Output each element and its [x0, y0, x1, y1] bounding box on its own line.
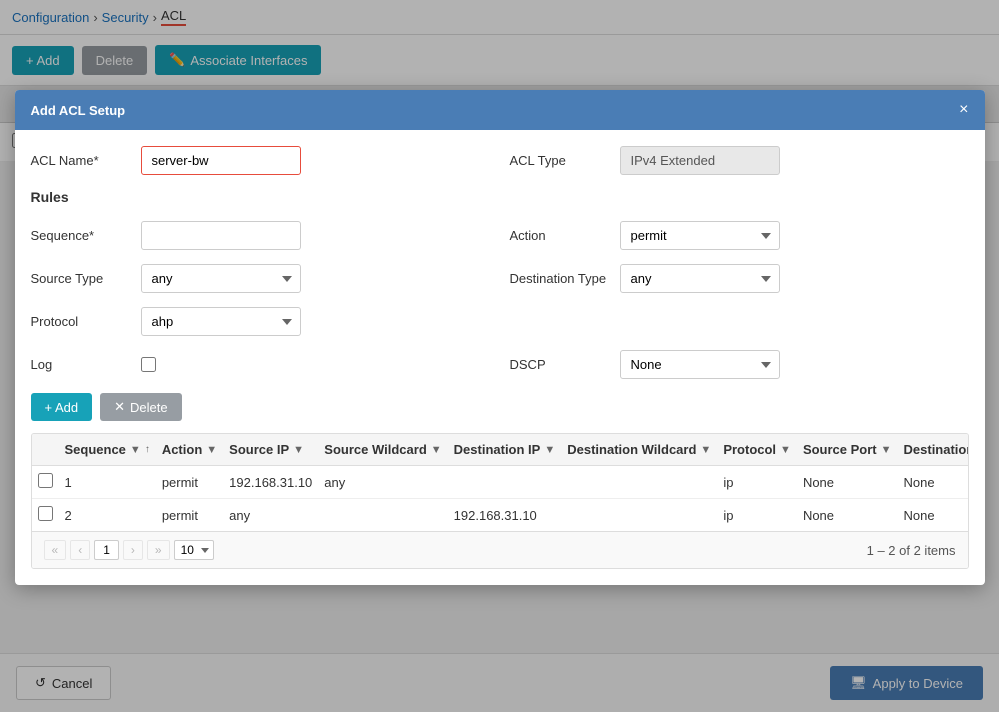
rule-1-action: permit	[156, 466, 223, 499]
rule-1-dest-wc	[561, 466, 717, 499]
action-group: Action permit deny	[510, 221, 969, 250]
acl-type-display: IPv4 Extended	[620, 146, 780, 175]
rule-2-source-wc	[318, 499, 447, 532]
rule-2-src-port: None	[797, 499, 898, 532]
pagination-bar: « ‹ 1 › » 10 25 50 1 – 2 of 2 items	[32, 531, 968, 568]
page-info: 1 – 2 of 2 items	[867, 543, 956, 558]
first-page-button[interactable]: «	[44, 540, 67, 560]
rule-1-src-port: None	[797, 466, 898, 499]
modal-close-button[interactable]: ×	[959, 102, 968, 118]
rule-1-source-wc: any	[318, 466, 447, 499]
log-label: Log	[31, 357, 131, 372]
rule-1-protocol: ip	[717, 466, 797, 499]
inner-col-protocol: Protocol ▼	[717, 434, 797, 466]
current-page: 1	[94, 540, 119, 560]
rule-1-seq: 1	[59, 466, 156, 499]
rule-2-dst-port: None	[898, 499, 969, 532]
acl-type-group: ACL Type IPv4 Extended	[510, 146, 969, 175]
source-ip-filter-icon[interactable]: ▼	[293, 444, 304, 456]
rule-2-seq: 2	[59, 499, 156, 532]
dest-ip-filter-icon[interactable]: ▼	[544, 444, 555, 456]
rules-table: Sequence ▼ ↑ Action ▼	[32, 434, 969, 531]
dscp-group: DSCP None AF11 AF12 EF	[510, 350, 969, 379]
destination-type-group: Destination Type any host network	[510, 264, 969, 293]
protocol-select[interactable]: ahp ip tcp udp icmp	[141, 307, 301, 336]
destination-type-select[interactable]: any host network	[620, 264, 780, 293]
source-wc-filter-icon[interactable]: ▼	[431, 444, 442, 456]
inner-col-action: Action ▼	[156, 434, 223, 466]
add-acl-modal: Add ACL Setup × ACL Name* ACL Type IPv4 …	[15, 90, 985, 585]
rule-2-source-ip: any	[223, 499, 318, 532]
action-select[interactable]: permit deny	[620, 221, 780, 250]
action-label: Action	[510, 228, 610, 243]
acl-type-label: ACL Type	[510, 153, 610, 168]
rule-1-dest-ip	[448, 466, 562, 499]
sequence-filter-icon[interactable]: ▼	[130, 444, 141, 456]
rule-row-1: 1 permit 192.168.31.10 any ip None None …	[32, 466, 969, 499]
delete-rule-label: Delete	[130, 400, 168, 415]
dest-wc-filter-icon[interactable]: ▼	[700, 444, 711, 456]
modal-header: Add ACL Setup ×	[15, 90, 985, 130]
next-page-button[interactable]: ›	[123, 540, 143, 560]
sequence-label: Sequence*	[31, 228, 131, 243]
src-port-filter-icon[interactable]: ▼	[881, 444, 892, 456]
sequence-action-row: Sequence* Action permit deny	[31, 221, 969, 250]
sequence-group: Sequence*	[31, 221, 490, 250]
protocol-filter-icon[interactable]: ▼	[780, 444, 791, 456]
log-dscp-row: Log DSCP None AF11 AF12 EF	[31, 350, 969, 379]
page-size-select[interactable]: 10 25 50	[174, 540, 214, 560]
rule-2-action: permit	[156, 499, 223, 532]
rules-title: Rules	[31, 189, 969, 209]
action-filter-icon[interactable]: ▼	[206, 444, 217, 456]
rule-2-dest-wc	[561, 499, 717, 532]
rule-row-2: 2 permit any 192.168.31.10 ip None None …	[32, 499, 969, 532]
inner-col-source-ip: Source IP ▼	[223, 434, 318, 466]
modal-overlay: Add ACL Setup × ACL Name* ACL Type IPv4 …	[0, 0, 999, 712]
acl-name-row: ACL Name* ACL Type IPv4 Extended	[31, 146, 969, 175]
rule-1-dst-port: None	[898, 466, 969, 499]
source-dest-row: Source Type any host network Destination…	[31, 264, 969, 293]
inner-col-dst-port: Destination Port ▼	[898, 434, 969, 466]
rule-2-protocol: ip	[717, 499, 797, 532]
dscp-label: DSCP	[510, 357, 610, 372]
delete-x-icon: ✕	[114, 399, 125, 415]
protocol-group: Protocol ahp ip tcp udp icmp	[31, 307, 490, 336]
rule-row-1-checkbox[interactable]	[38, 473, 53, 488]
sequence-sort-icon[interactable]: ↑	[145, 444, 150, 455]
modal-body: ACL Name* ACL Type IPv4 Extended Rules S…	[15, 130, 985, 585]
modal-title: Add ACL Setup	[31, 103, 126, 118]
rule-1-source-ip: 192.168.31.10	[223, 466, 318, 499]
last-page-button[interactable]: »	[147, 540, 170, 560]
log-checkbox[interactable]	[141, 357, 156, 372]
rule-action-bar: + Add ✕ Delete	[31, 393, 969, 421]
rules-table-container: Sequence ▼ ↑ Action ▼	[31, 433, 969, 569]
sequence-input[interactable]	[141, 221, 301, 250]
inner-col-src-port: Source Port ▼	[797, 434, 898, 466]
protocol-label: Protocol	[31, 314, 131, 329]
rule-2-dest-ip: 192.168.31.10	[448, 499, 562, 532]
delete-rule-button[interactable]: ✕ Delete	[100, 393, 181, 421]
protocol-row: Protocol ahp ip tcp udp icmp	[31, 307, 969, 336]
log-group: Log	[31, 357, 490, 372]
source-type-label: Source Type	[31, 271, 131, 286]
inner-col-source-wc: Source Wildcard ▼	[318, 434, 447, 466]
rule-row-2-checkbox[interactable]	[38, 506, 53, 521]
acl-name-label: ACL Name*	[31, 153, 131, 168]
acl-name-input[interactable]	[141, 146, 301, 175]
prev-page-button[interactable]: ‹	[70, 540, 90, 560]
source-type-group: Source Type any host network	[31, 264, 490, 293]
destination-type-label: Destination Type	[510, 271, 610, 286]
acl-name-group: ACL Name*	[31, 146, 490, 175]
inner-col-sequence: Sequence ▼ ↑	[59, 434, 156, 466]
add-rule-button[interactable]: + Add	[31, 393, 93, 421]
source-type-select[interactable]: any host network	[141, 264, 301, 293]
inner-col-dest-wc: Destination Wildcard ▼	[561, 434, 717, 466]
pagination-controls: « ‹ 1 › » 10 25 50	[44, 540, 214, 560]
dscp-select[interactable]: None AF11 AF12 EF	[620, 350, 780, 379]
inner-col-dest-ip: Destination IP ▼	[448, 434, 562, 466]
inner-col-checkbox	[32, 434, 59, 466]
